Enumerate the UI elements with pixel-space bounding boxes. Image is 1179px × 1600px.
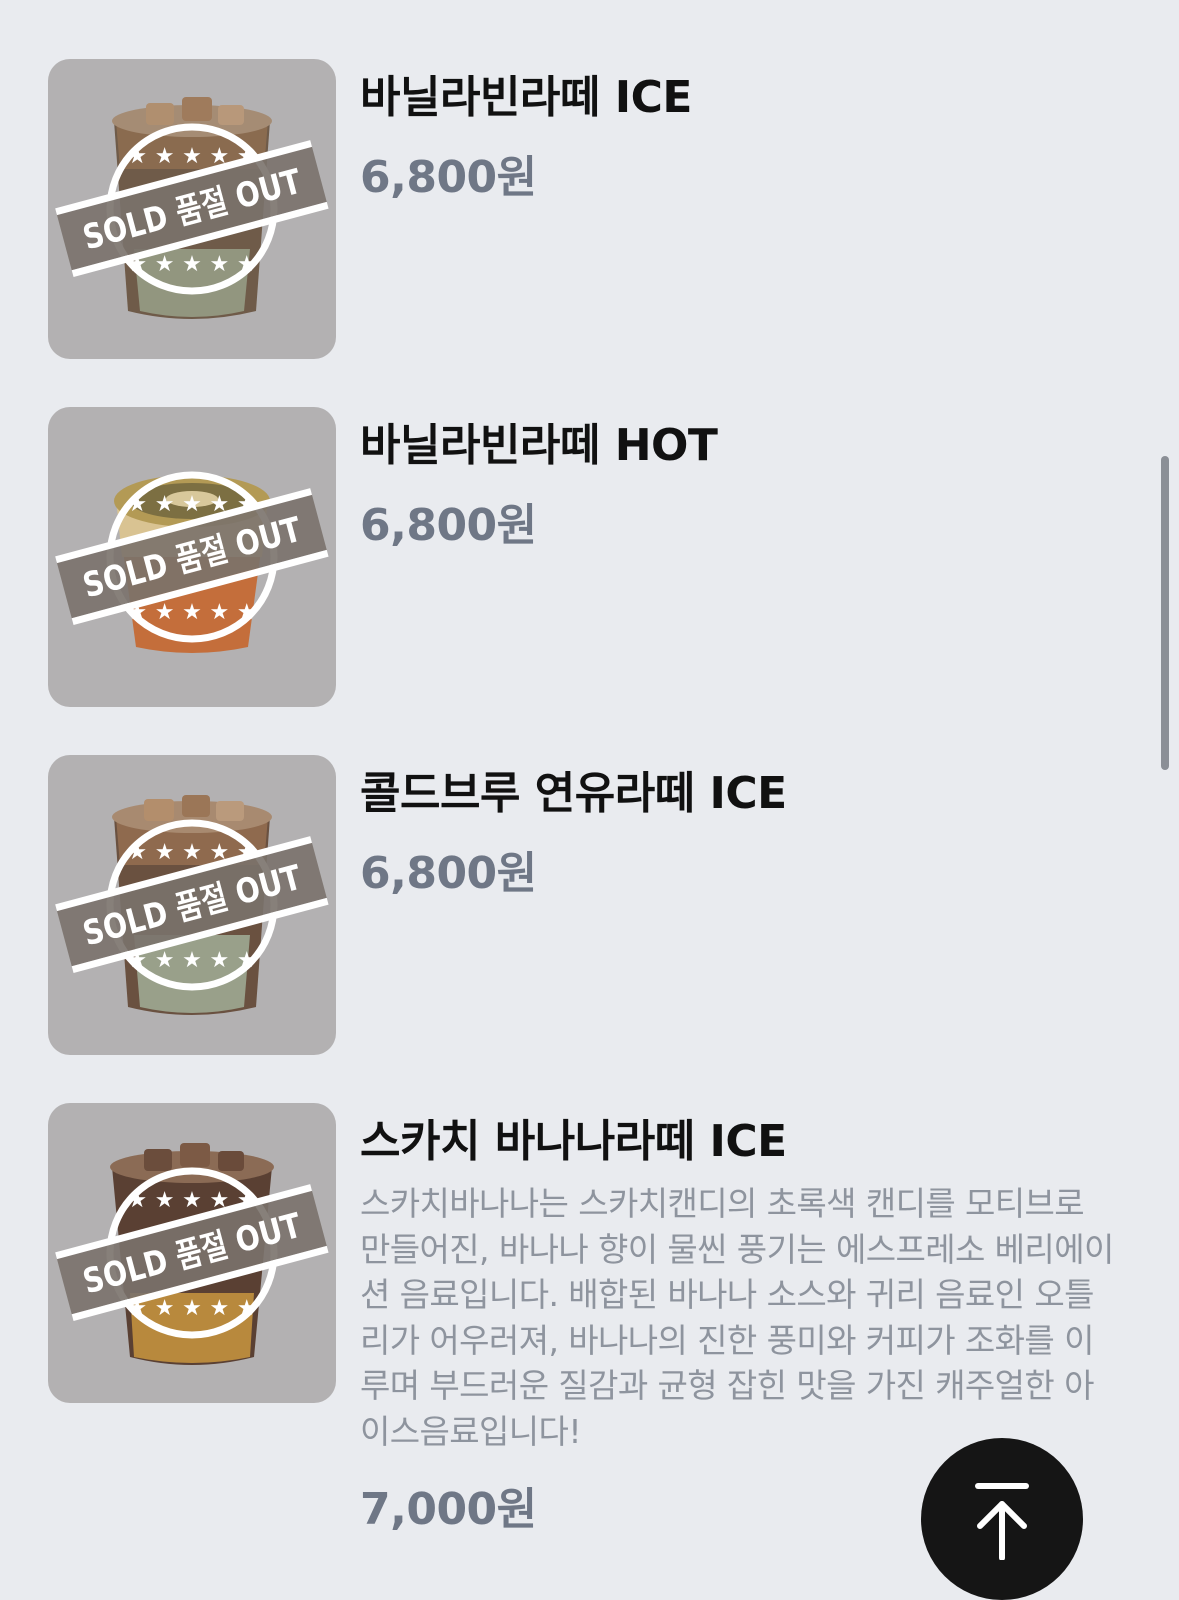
item-name: 바닐라빈라떼 HOT: [360, 420, 718, 471]
item-name: 바닐라빈라떼 ICE: [360, 72, 692, 123]
item-name: 스카치 바나나라떼 ICE: [360, 1116, 787, 1167]
product-image: ★ ★ ★ ★ ★ ★ ★ ★ ★ ★ SOLD 품절 OUT: [48, 755, 336, 1055]
arrow-up-to-top-icon: [975, 1483, 1029, 1560]
item-price: 6,800원: [360, 500, 537, 551]
item-price: 6,800원: [360, 152, 537, 203]
sold-out-stamp-icon: ★ ★ ★ ★ ★ ★ ★ ★ ★ ★ SOLD 품절 OUT: [55, 1167, 329, 1339]
product-image: ★ ★ ★ ★ ★ ★ ★ ★ ★ ★ SOLD 품절 OUT: [48, 407, 336, 707]
menu-item[interactable]: ★ ★ ★ ★ ★ ★ ★ ★ ★ ★ SOLD 품절 OUT 바닐라빈라떼 H…: [48, 407, 1128, 707]
menu-item[interactable]: ★ ★ ★ ★ ★ ★ ★ ★ ★ ★ SOLD 품절 OUT 바닐라빈라떼 I…: [48, 59, 1128, 359]
item-name: 콜드브루 연유라떼 ICE: [360, 768, 787, 819]
product-image: ★ ★ ★ ★ ★ ★ ★ ★ ★ ★ SOLD 품절 OUT: [48, 59, 336, 359]
sold-out-stamp-icon: ★ ★ ★ ★ ★ ★ ★ ★ ★ ★ SOLD 품절 OUT: [55, 819, 329, 991]
sold-out-stamp-icon: ★ ★ ★ ★ ★ ★ ★ ★ ★ ★ SOLD 품절 OUT: [55, 123, 329, 295]
item-price: 6,800원: [360, 848, 537, 899]
menu-item[interactable]: ★ ★ ★ ★ ★ ★ ★ ★ ★ ★ SOLD 품절 OUT 콜드브루 연유라…: [48, 755, 1128, 1055]
product-image: ★ ★ ★ ★ ★ ★ ★ ★ ★ ★ SOLD 품절 OUT: [48, 1103, 336, 1403]
item-description: 스카치바나나는 스카치캔디의 초록색 캔디를 모티브로 만들어진, 바나나 향이…: [360, 1184, 1114, 1451]
scroll-to-top-button[interactable]: [921, 1438, 1083, 1600]
sold-out-stamp-icon: ★ ★ ★ ★ ★ ★ ★ ★ ★ ★ SOLD 품절 OUT: [55, 471, 329, 643]
scrollbar[interactable]: [1161, 456, 1169, 770]
item-price: 7,000원: [360, 1484, 537, 1535]
